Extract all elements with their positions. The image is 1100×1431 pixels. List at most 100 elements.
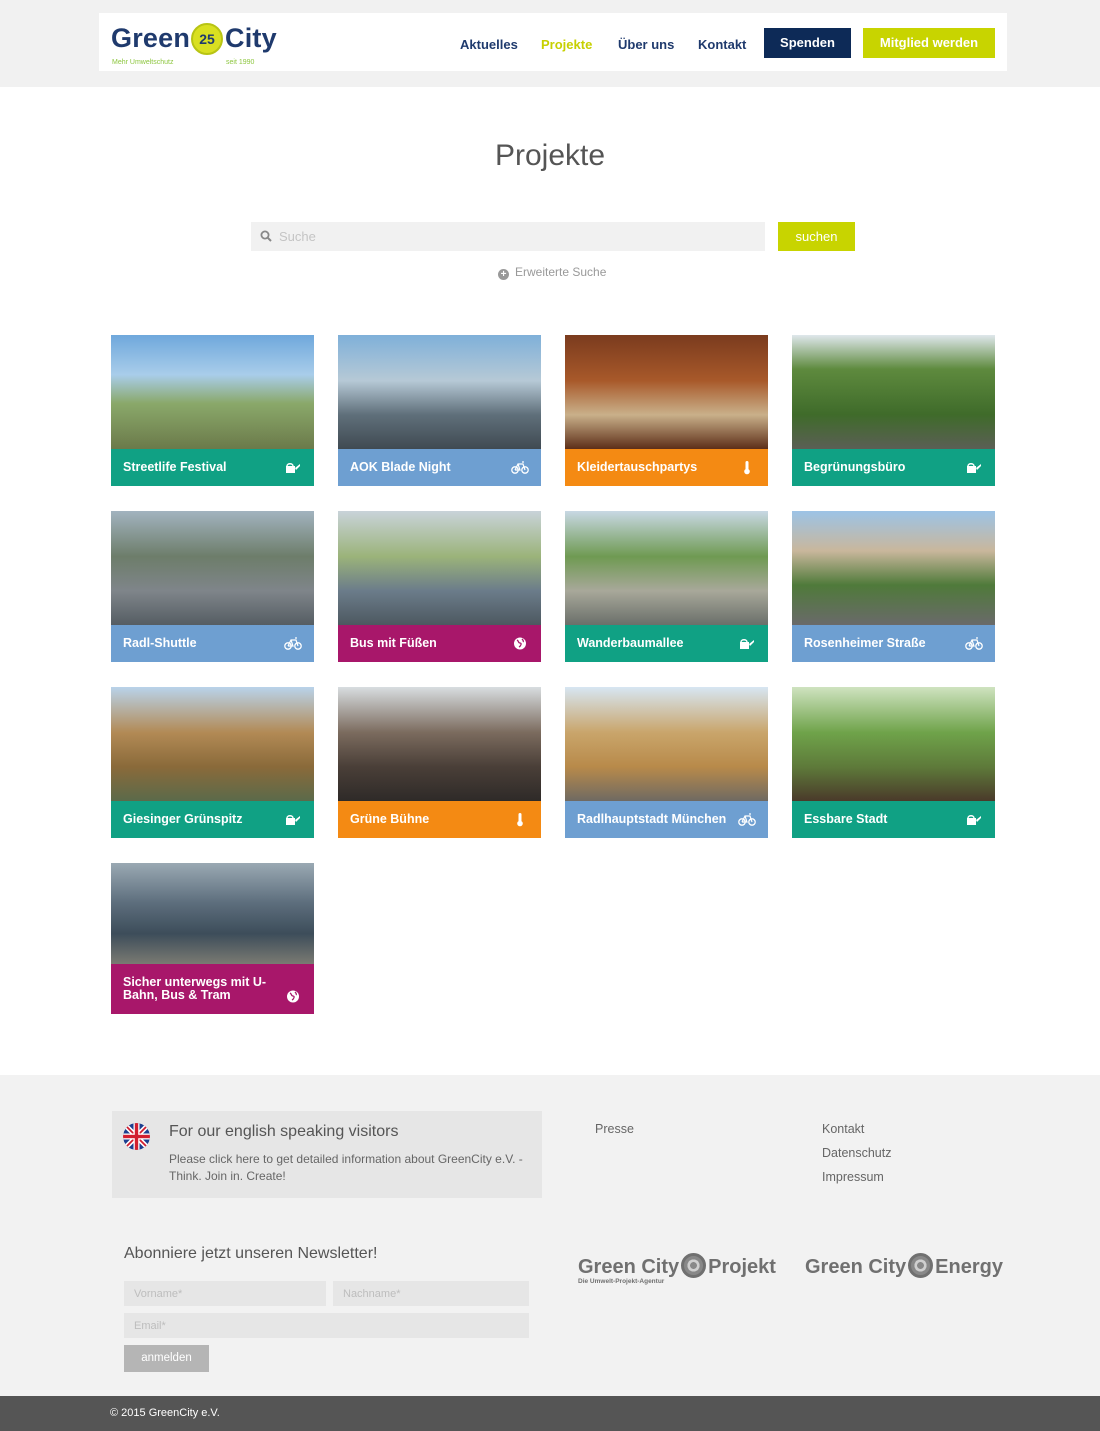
- partner-logo-word: Energy: [935, 1256, 1003, 1278]
- project-title: Rosenheimer Straße: [804, 636, 926, 650]
- bicycle-icon: [738, 813, 756, 826]
- footer-link-datenschutz[interactable]: Datenschutz: [822, 1146, 891, 1160]
- search-input[interactable]: [279, 222, 759, 251]
- logo-word-green: Green: [111, 23, 191, 53]
- project-bar: Wanderbaumallee: [565, 625, 768, 662]
- plus-circle-icon: +: [498, 269, 509, 280]
- advanced-search-label: Erweiterte Suche: [515, 265, 607, 279]
- watering-can-icon: [967, 463, 981, 473]
- project-photo: [111, 687, 314, 801]
- logo-tagline: Mehr Umweltschutz: [112, 59, 174, 66]
- newsletter-title: Abonniere jetzt unseren Newsletter!: [124, 1245, 378, 1262]
- nav-ueber-uns[interactable]: Über uns: [618, 37, 674, 52]
- globe-icon: [514, 637, 526, 650]
- footer-link-impressum[interactable]: Impressum: [822, 1170, 884, 1184]
- project-bar: AOK Blade Night: [338, 449, 541, 486]
- swirl-icon: [681, 1253, 707, 1278]
- project-photo: [111, 511, 314, 625]
- project-title: Grüne Bühne: [350, 812, 430, 826]
- search-icon: [260, 230, 272, 242]
- project-tile[interactable]: Kleidertauschpartys: [565, 335, 768, 486]
- project-tile[interactable]: Wanderbaumallee: [565, 511, 768, 662]
- project-photo: [111, 863, 314, 964]
- project-photo: [792, 687, 995, 801]
- project-tile[interactable]: Rosenheimer Straße: [792, 511, 995, 662]
- footer: For our english speaking visitors Please…: [0, 1075, 1100, 1396]
- english-visitors-box[interactable]: For our english speaking visitors Please…: [112, 1111, 542, 1198]
- footer-link-presse[interactable]: Presse: [595, 1122, 634, 1136]
- project-tile[interactable]: Streetlife Festival: [111, 335, 314, 486]
- project-tile[interactable]: Grüne Bühne: [338, 687, 541, 838]
- project-title: Sicher unterwegs mit U-Bahn, Bus & Tram: [123, 975, 267, 1002]
- project-bar: Giesinger Grünspitz: [111, 801, 314, 838]
- project-tile[interactable]: Radlhauptstadt München: [565, 687, 768, 838]
- project-title: Radlhauptstadt München: [577, 812, 727, 826]
- greencity-logo[interactable]: Green 25 City Mehr Umweltschutz seit 199…: [111, 21, 281, 66]
- bicycle-icon: [511, 461, 529, 474]
- project-photo: [338, 511, 541, 625]
- greencity-projekt-logo[interactable]: Green City Projekt: [578, 1253, 776, 1279]
- header: Green 25 City Mehr Umweltschutz seit 199…: [99, 13, 1007, 71]
- project-photo: [111, 335, 314, 449]
- partner-logo-word: Green City: [578, 1256, 680, 1278]
- project-title: Begrünungsbüro: [804, 460, 906, 474]
- lastname-field[interactable]: [333, 1281, 529, 1306]
- spenden-button[interactable]: Spenden: [764, 28, 851, 58]
- watering-can-icon: [740, 639, 754, 649]
- logo-since: seit 1990: [226, 59, 255, 66]
- project-photo: [792, 335, 995, 449]
- project-tile[interactable]: Giesinger Grünspitz: [111, 687, 314, 838]
- project-title: AOK Blade Night: [350, 460, 451, 474]
- watering-can-icon: [286, 463, 300, 473]
- search-field[interactable]: [251, 222, 765, 251]
- search-button[interactable]: suchen: [778, 222, 855, 251]
- copyright-bar: © 2015 GreenCity e.V.: [0, 1396, 1100, 1431]
- project-title: Wanderbaumallee: [577, 636, 684, 650]
- project-photo: [565, 687, 768, 801]
- project-photo: [338, 335, 541, 449]
- project-bar: Radl-Shuttle: [111, 625, 314, 662]
- mitglied-werden-button[interactable]: Mitglied werden: [863, 28, 995, 58]
- project-title: Radl-Shuttle: [123, 636, 197, 650]
- project-title: Kleidertauschpartys: [577, 460, 698, 474]
- project-bar: Rosenheimer Straße: [792, 625, 995, 662]
- firstname-field[interactable]: [124, 1281, 326, 1306]
- project-tile[interactable]: Radl-Shuttle: [111, 511, 314, 662]
- nav-aktuelles[interactable]: Aktuelles: [460, 37, 518, 52]
- project-title: Essbare Stadt: [804, 812, 888, 826]
- project-bar: Begrünungsbüro: [792, 449, 995, 486]
- advanced-search-link[interactable]: + Erweiterte Suche: [498, 265, 606, 280]
- project-bar: Streetlife Festival: [111, 449, 314, 486]
- greencity-energy-logo[interactable]: Green City Energy: [805, 1253, 1003, 1279]
- partner-logo-word: Projekt: [708, 1256, 776, 1278]
- email-field[interactable]: [124, 1313, 529, 1338]
- project-title: Bus mit Füßen: [350, 636, 437, 650]
- swirl-icon: [908, 1253, 934, 1278]
- newsletter-subscribe-button[interactable]: anmelden: [124, 1345, 209, 1372]
- project-tile[interactable]: AOK Blade Night: [338, 335, 541, 486]
- bicycle-icon: [284, 637, 302, 650]
- copyright-text: © 2015 GreenCity e.V.: [110, 1407, 220, 1419]
- logo-badge-25: 25: [191, 23, 223, 55]
- english-visitors-text: Please click here to get detailed inform…: [169, 1152, 523, 1183]
- header-background: Green 25 City Mehr Umweltschutz seit 199…: [0, 0, 1100, 87]
- project-bar: Essbare Stadt: [792, 801, 995, 838]
- greencity-projekt-tagline: Die Umwelt-Projekt-Agentur: [578, 1278, 665, 1285]
- project-bar: Grüne Bühne: [338, 801, 541, 838]
- nav-projekte[interactable]: Projekte: [541, 37, 592, 52]
- project-photo: [565, 511, 768, 625]
- footer-link-kontakt[interactable]: Kontakt: [822, 1122, 864, 1136]
- thermometer-icon: [744, 461, 750, 475]
- thermometer-icon: [517, 813, 523, 827]
- watering-can-icon: [286, 815, 300, 825]
- nav-kontakt[interactable]: Kontakt: [698, 37, 746, 52]
- project-photo: [792, 511, 995, 625]
- project-tile[interactable]: Bus mit Füßen: [338, 511, 541, 662]
- project-title: Streetlife Festival: [123, 460, 227, 474]
- project-tile[interactable]: Sicher unterwegs mit U-Bahn, Bus & Tram: [111, 863, 314, 1014]
- globe-icon: [287, 990, 299, 1003]
- project-bar: Bus mit Füßen: [338, 625, 541, 662]
- project-tile[interactable]: Begrünungsbüro: [792, 335, 995, 486]
- project-tile[interactable]: Essbare Stadt: [792, 687, 995, 838]
- project-photo: [338, 687, 541, 801]
